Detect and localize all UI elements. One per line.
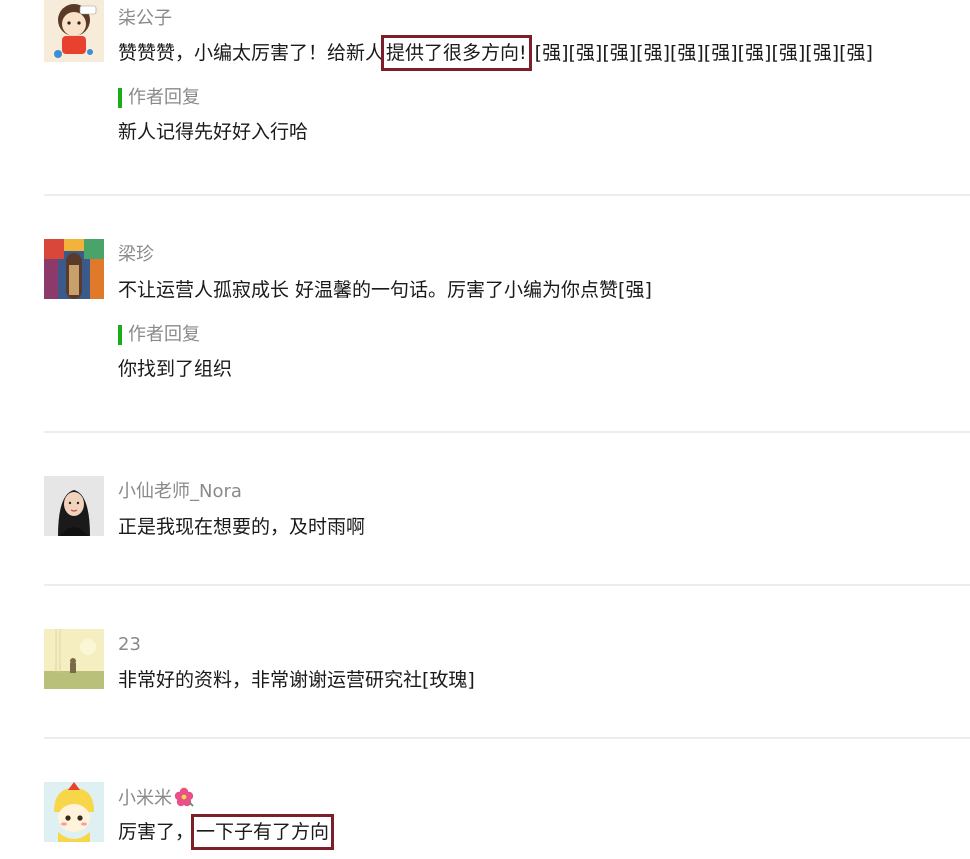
- highlight-box: 一下子有了方向: [191, 814, 335, 850]
- avatar[interactable]: [44, 0, 104, 62]
- comment-content: 厉害了， 一下子有了方向: [118, 814, 335, 850]
- comment-nickname: 梁珍: [118, 244, 154, 265]
- comment-content: 非常好的资料，非常谢谢运营研究社[玫瑰]: [118, 669, 475, 691]
- highlight-box: 提供了很多方向!: [381, 35, 532, 71]
- comment-content-text: 厉害了，: [118, 821, 195, 843]
- divider: [44, 431, 970, 433]
- avatar[interactable]: [44, 629, 104, 689]
- comment-content: 不让运营人孤寂成长 好温馨的一句话。厉害了小编为你点赞[强]: [118, 279, 652, 301]
- avatar[interactable]: [44, 782, 104, 842]
- comment-content-text: 赞赞赞，小编太厉害了！给新人: [118, 42, 385, 64]
- comment-nickname: 小仙老师_Nora: [118, 481, 242, 502]
- nickname-text: 小米米: [118, 788, 172, 809]
- divider: [44, 737, 970, 739]
- comment-nickname: 23: [118, 634, 141, 655]
- divider: [44, 584, 970, 586]
- comment-content-text: [强][强][强][强][强][强][强][强][强][强]: [528, 42, 873, 64]
- comment-nickname: 小米米: [118, 787, 194, 810]
- comment-content: 正是我现在想要的，及时雨啊: [118, 516, 366, 538]
- author-reply-label: 作者回复: [118, 324, 200, 346]
- divider: [44, 194, 970, 196]
- author-reply-text: 你找到了组织: [118, 358, 233, 380]
- comment-content: 赞赞赞，小编太厉害了！给新人 提供了很多方向! [强][强][强][强][强][强…: [118, 35, 873, 71]
- avatar[interactable]: [44, 239, 104, 299]
- hibiscus-flower-icon: [174, 787, 194, 807]
- author-reply-text: 新人记得先好好入行哈: [118, 121, 309, 143]
- comment-nickname: 柒公子: [118, 8, 172, 29]
- avatar[interactable]: [44, 476, 104, 536]
- author-reply-label: 作者回复: [118, 87, 200, 109]
